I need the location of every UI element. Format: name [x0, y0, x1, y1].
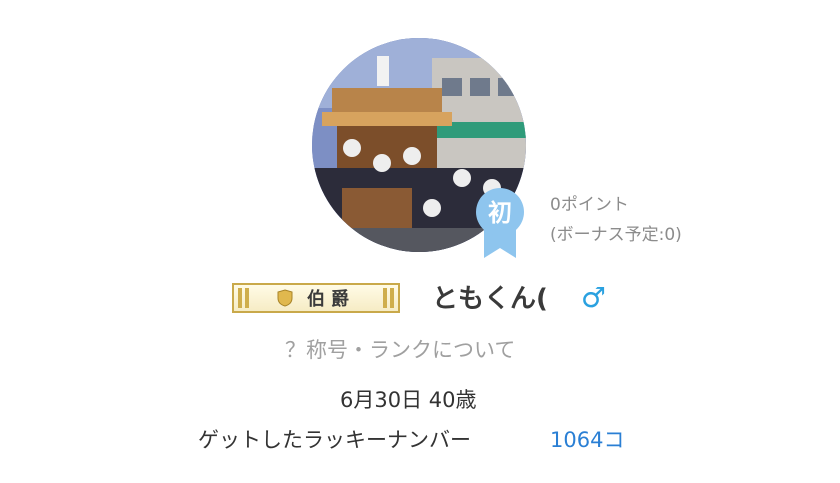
plate-ornament-bar: [383, 288, 387, 308]
bonus-pending: (ボーナス予定:0): [550, 225, 682, 245]
username: ともくん(: [432, 284, 548, 314]
birthday-age: 6月30日 40歳: [340, 388, 477, 412]
lucky-number-count-link[interactable]: 1064コ: [550, 424, 624, 454]
plate-ornament-bar: [245, 288, 249, 308]
lucky-number-label: ゲットしたラッキーナンバー: [198, 428, 471, 452]
plate-ornament-bar: [390, 288, 394, 308]
male-gender-icon: ♂: [581, 281, 607, 314]
rank-title-plate: 伯爵: [232, 283, 400, 313]
plate-ornament-bar: [238, 288, 242, 308]
points-value: 0ポイント: [550, 195, 629, 215]
beginner-badge-text: 初: [488, 199, 512, 227]
points-panel: 0ポイント (ボーナス予定:0): [550, 190, 682, 250]
shield-icon: [277, 289, 293, 307]
rank-info-link[interactable]: ？称号・ランクについて: [285, 334, 515, 364]
beginner-badge-icon: 初: [476, 188, 524, 258]
rank-title: 伯爵: [307, 289, 355, 310]
